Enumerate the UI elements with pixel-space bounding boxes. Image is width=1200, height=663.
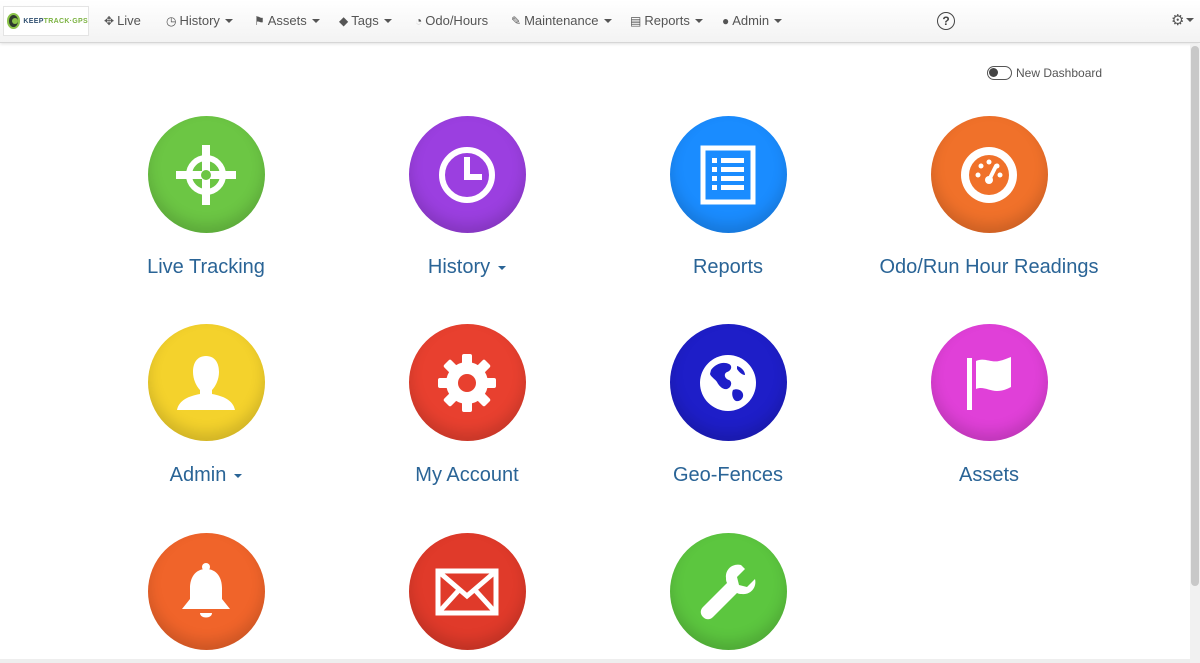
settings-menu[interactable]: ⚙: [1171, 11, 1195, 29]
nav-odo-hours[interactable]: ◔ Odo/Hours: [415, 13, 488, 28]
brand-logo[interactable]: KEEPTRACK·GPS: [3, 6, 89, 36]
gear-icon: [438, 353, 496, 412]
tile-reports[interactable]: Reports: [608, 116, 848, 279]
top-navbar: KEEPTRACK·GPS ✥ Live ◷ History ⚑ Assets …: [0, 0, 1200, 43]
reports-circle[interactable]: [669, 116, 787, 233]
tile-maintenance[interactable]: [608, 533, 848, 650]
assets-label[interactable]: Assets: [959, 464, 1019, 487]
list-icon: ▤: [630, 13, 642, 28]
nav-odo-hours-label: Odo/Hours: [425, 13, 489, 28]
admin-circle[interactable]: [147, 324, 265, 441]
flag-icon: ⚑: [254, 13, 265, 28]
reports-label[interactable]: Reports: [693, 256, 763, 279]
tile-live-tracking[interactable]: Live Tracking: [86, 116, 326, 279]
clock-icon: ◷: [166, 13, 177, 28]
chevron-down-icon: [311, 18, 320, 23]
odo-circle[interactable]: [930, 116, 1048, 233]
nav-reports[interactable]: ▤ Reports: [630, 13, 703, 28]
wrench-icon: [700, 564, 756, 619]
crosshair-icon: [176, 144, 236, 205]
bottom-edge: [0, 659, 1190, 663]
nav-tags-label: Tags: [351, 13, 379, 28]
tile-alerts[interactable]: [86, 533, 326, 650]
tile-history[interactable]: History: [347, 116, 587, 279]
chevron-down-icon: [1186, 18, 1195, 22]
maintenance-circle[interactable]: [669, 533, 787, 650]
history-label[interactable]: History: [428, 256, 490, 279]
gear-icon: ⚙: [1171, 12, 1185, 29]
toggle-switch[interactable]: [987, 66, 1012, 80]
chevron-down-icon: [224, 18, 233, 23]
live-tracking-label[interactable]: Live Tracking: [147, 256, 265, 279]
clock-icon: [439, 146, 495, 203]
geo-fences-label[interactable]: Geo-Fences: [673, 464, 783, 487]
nav-admin-label: Admin: [732, 13, 770, 28]
toggle-label: New Dashboard: [1016, 66, 1103, 80]
assets-circle[interactable]: [930, 324, 1048, 441]
my-account-circle[interactable]: [408, 324, 526, 441]
scrollbar-thumb[interactable]: [1191, 46, 1199, 586]
chevron-down-icon: [774, 18, 783, 23]
nav-assets-label: Assets: [267, 13, 307, 28]
gauge-icon: ◔: [415, 13, 423, 28]
chevron-down-icon: [383, 18, 392, 23]
alerts-circle[interactable]: [147, 533, 265, 650]
tile-odo-run-hours[interactable]: Odo/Run Hour Readings: [869, 116, 1109, 279]
nav-live[interactable]: ✥ Live: [104, 13, 141, 28]
tile-messages[interactable]: [347, 533, 587, 650]
user-icon: [177, 355, 235, 410]
chevron-down-icon[interactable]: [234, 473, 243, 478]
logo-text: KEEPTRACK·GPS: [23, 17, 88, 25]
tile-assets[interactable]: Assets: [869, 324, 1109, 487]
chevron-down-icon: [603, 18, 612, 23]
admin-label[interactable]: Admin: [170, 464, 227, 487]
geo-fences-circle[interactable]: [669, 324, 787, 441]
nav-live-label: Live: [117, 13, 141, 28]
flag-icon: [967, 356, 1011, 410]
help-icon[interactable]: ?: [937, 12, 955, 30]
nav-tags[interactable]: ◆ Tags: [339, 13, 392, 28]
odo-label[interactable]: Odo/Run Hour Readings: [879, 256, 1098, 279]
tag-icon: ◆: [339, 13, 349, 28]
nav-history[interactable]: ◷ History: [166, 13, 233, 28]
tile-my-account[interactable]: My Account: [347, 324, 587, 487]
nav-assets[interactable]: ⚑ Assets: [254, 13, 320, 28]
nav-reports-label: Reports: [644, 13, 690, 28]
user-icon: ●: [722, 13, 730, 28]
tile-geo-fences[interactable]: Geo-Fences: [608, 324, 848, 487]
nav-maintenance[interactable]: ✎ Maintenance: [511, 13, 612, 28]
my-account-label[interactable]: My Account: [415, 464, 518, 487]
history-circle[interactable]: [408, 116, 526, 233]
nav-admin[interactable]: ● Admin: [722, 13, 783, 28]
wrench-icon: ✎: [511, 13, 522, 28]
chevron-down-icon: [694, 18, 703, 23]
live-tracking-circle[interactable]: [147, 116, 265, 233]
list-icon: [700, 145, 756, 204]
chevron-down-icon[interactable]: [498, 265, 507, 270]
logo-mark-icon: [7, 13, 21, 29]
crosshair-icon: ✥: [104, 13, 115, 28]
messages-circle[interactable]: [408, 533, 526, 650]
new-dashboard-toggle[interactable]: New Dashboard: [987, 66, 1102, 80]
nav-maintenance-label: Maintenance: [524, 13, 599, 28]
tile-admin[interactable]: Admin: [86, 324, 326, 487]
bell-icon: [182, 562, 230, 617]
gauge-icon: [961, 146, 1017, 203]
envelope-icon: [435, 568, 499, 615]
nav-history-label: History: [179, 13, 220, 28]
globe-icon: [700, 354, 756, 411]
